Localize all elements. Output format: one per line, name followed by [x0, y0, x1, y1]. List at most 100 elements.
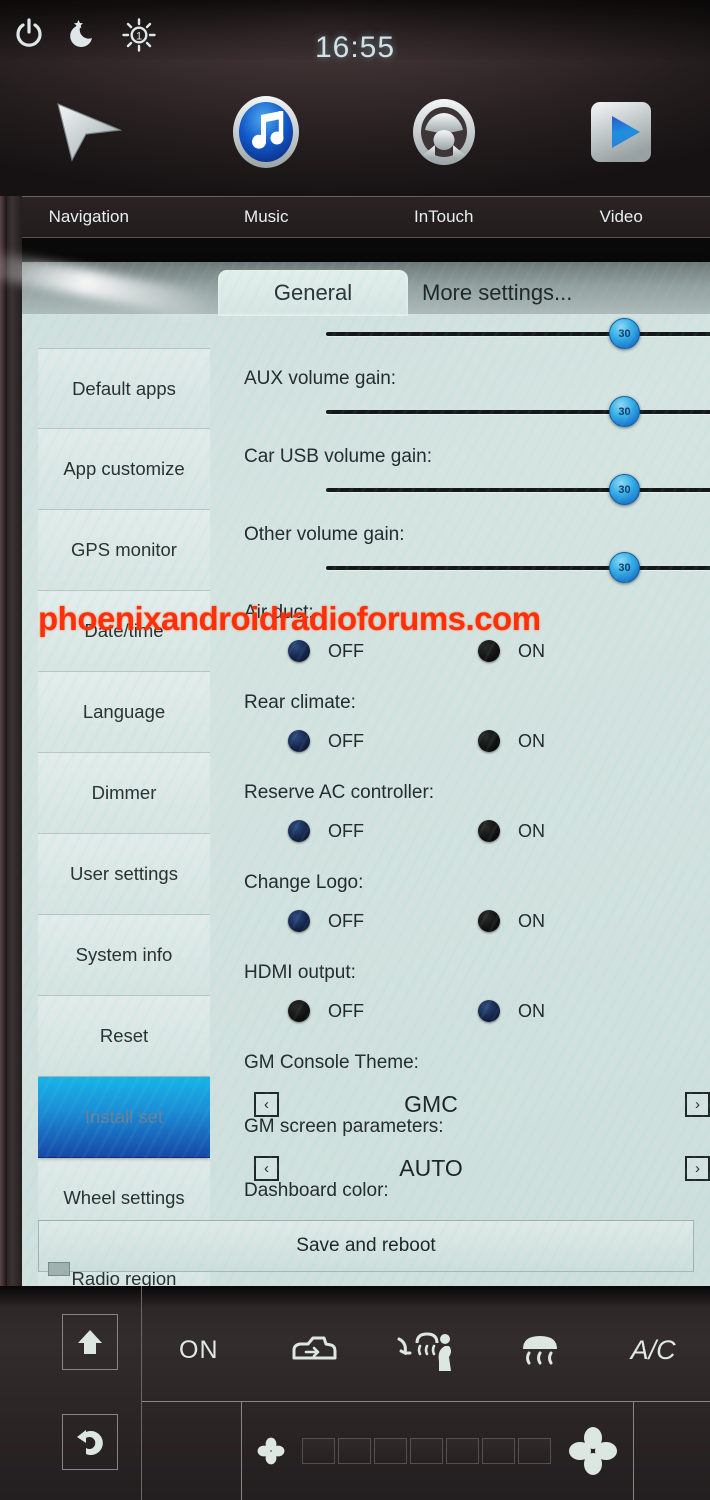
hvac-ac-label: A/C: [630, 1335, 676, 1365]
tab-strip: General More settings...: [22, 262, 710, 316]
fan-segment[interactable]: [445, 1438, 479, 1464]
steering-wheel-icon: [402, 90, 486, 174]
radio-dot-selected: [478, 1000, 500, 1022]
sidebar-item-label: Language: [82, 701, 166, 722]
fan-segment[interactable]: [517, 1438, 551, 1464]
fan-speed-segments[interactable]: [301, 1438, 551, 1464]
back-button[interactable]: [62, 1414, 118, 1470]
radio-label: ON: [518, 1000, 545, 1021]
sidebar-item-install-set[interactable]: Install set: [38, 1077, 210, 1158]
sidebar-item-label: GPS monitor: [71, 539, 177, 560]
app-navigation[interactable]: Navigation: [0, 86, 178, 196]
fan-segment[interactable]: [373, 1438, 407, 1464]
fan-segment[interactable]: [409, 1438, 443, 1464]
sidebar-item-language[interactable]: Language: [38, 672, 210, 753]
sidebar-item-label: Wheel settings: [63, 1187, 185, 1208]
radio-air-duct-off[interactable]: OFF: [288, 640, 478, 662]
radio-rear-climate-off[interactable]: OFF: [288, 730, 478, 752]
radio-label: OFF: [328, 730, 364, 751]
fan-segment[interactable]: [481, 1438, 515, 1464]
sidebar-item-label: User settings: [70, 863, 178, 884]
app-music[interactable]: Music: [178, 86, 356, 196]
next-button[interactable]: ›: [685, 1155, 710, 1181]
hvac-power-label: ON: [179, 1336, 219, 1364]
app-label-video[interactable]: Video: [533, 197, 710, 237]
up-arrow-button[interactable]: [62, 1314, 118, 1370]
hvac-recirculation-button[interactable]: [256, 1332, 370, 1370]
fan-low-icon: [257, 1437, 285, 1465]
prev-button[interactable]: ‹: [254, 1155, 279, 1181]
prev-button[interactable]: ‹: [254, 1091, 279, 1117]
slider-other-volume-gain[interactable]: 30: [216, 550, 710, 584]
hvac-ac-button[interactable]: A/C: [596, 1335, 710, 1366]
hvac-rear-defrost-button[interactable]: [483, 1331, 597, 1371]
sidebar-item-system-info[interactable]: System info: [38, 915, 210, 996]
scroll-nub[interactable]: [48, 1262, 70, 1276]
next-button[interactable]: ›: [685, 1091, 710, 1117]
radio-change-logo-off[interactable]: OFF: [288, 910, 478, 932]
radio-group-reserve-ac-controller: OFF ON: [216, 808, 710, 854]
app-label-music[interactable]: Music: [178, 197, 356, 237]
tab-more-settings[interactable]: More settings...: [422, 270, 692, 316]
label-other-volume-gain: Other volume gain:: [244, 524, 405, 545]
sidebar-item-label: Dimmer: [91, 782, 157, 803]
app-label-intouch[interactable]: InTouch: [355, 197, 533, 237]
radio-hdmi-on[interactable]: ON: [478, 1000, 668, 1022]
radio-dot: [478, 910, 500, 932]
radio-rear-climate-on[interactable]: ON: [478, 730, 668, 752]
slider-car-usb-volume-gain[interactable]: 30: [216, 472, 710, 506]
radio-group-hdmi-output: OFF ON: [216, 988, 710, 1034]
radio-dot: [478, 730, 500, 752]
slider-thumb[interactable]: 30: [609, 396, 640, 427]
screen-bezel-left: [0, 196, 22, 1286]
hvac-fan-row: [142, 1402, 710, 1500]
radio-change-logo-on[interactable]: ON: [478, 910, 668, 932]
slider-thumb[interactable]: 30: [609, 318, 640, 349]
radio-label: OFF: [328, 640, 364, 661]
radio-dot: [478, 820, 500, 842]
app-label-navigation[interactable]: Navigation: [0, 197, 178, 237]
save-and-reboot-button[interactable]: Save and reboot: [38, 1220, 694, 1272]
radio-hdmi-off[interactable]: OFF: [288, 1000, 478, 1022]
radio-dot-selected: [288, 820, 310, 842]
system-top-bar: 1 16:55 Navigation: [0, 0, 710, 196]
hvac-left-buttons: [0, 1286, 142, 1500]
slider-track: [326, 566, 710, 570]
fan-segment[interactable]: [301, 1438, 335, 1464]
slider-track: [326, 410, 710, 414]
settings-content: 30 AUX volume gain: 30 Car USB volume ga…: [216, 314, 710, 1234]
sidebar-item-app-customize[interactable]: App customize: [38, 429, 210, 510]
sidebar-item-default-apps[interactable]: Default apps: [38, 348, 210, 429]
slider-track: [326, 332, 710, 336]
radio-reserve-ac-on[interactable]: ON: [478, 820, 668, 842]
radio-dot: [288, 1000, 310, 1022]
sidebar-item-label: App customize: [63, 458, 185, 479]
sidebar-item-user-settings[interactable]: User settings: [38, 834, 210, 915]
label-car-usb-volume-gain: Car USB volume gain:: [244, 446, 432, 467]
hvac-fan-speed-control[interactable]: [242, 1423, 633, 1479]
radio-reserve-ac-off[interactable]: OFF: [288, 820, 478, 842]
app-launcher: Navigation: [0, 86, 710, 196]
label-rear-climate: Rear climate:: [244, 692, 356, 713]
radio-dot-selected: [288, 640, 310, 662]
hvac-power-button[interactable]: ON: [142, 1336, 256, 1365]
sidebar-item-gps-monitor[interactable]: GPS monitor: [38, 510, 210, 591]
radio-air-duct-on[interactable]: ON: [478, 640, 668, 662]
hvac-front-defrost-feet-button[interactable]: [369, 1327, 483, 1375]
radio-group-rear-climate: OFF ON: [216, 718, 710, 764]
radio-label: ON: [518, 910, 545, 931]
radio-label: ON: [518, 820, 545, 841]
sidebar-item-label: Reset: [99, 1025, 149, 1046]
slider-thumb[interactable]: 30: [609, 552, 640, 583]
sidebar-item-dimmer[interactable]: Dimmer: [38, 753, 210, 834]
slider-aux-volume-gain[interactable]: 30: [216, 394, 710, 428]
sidebar-item-reset[interactable]: Reset: [38, 996, 210, 1077]
fan-segment[interactable]: [337, 1438, 371, 1464]
slider-thumb[interactable]: 30: [609, 474, 640, 505]
label-reserve-ac-controller: Reserve AC controller:: [244, 782, 435, 803]
tab-general[interactable]: General: [218, 270, 408, 316]
slider-top-partial[interactable]: 30: [216, 316, 710, 350]
clock: 16:55: [314, 31, 396, 64]
app-intouch[interactable]: InTouch: [355, 86, 533, 196]
app-video[interactable]: Video: [533, 86, 710, 196]
